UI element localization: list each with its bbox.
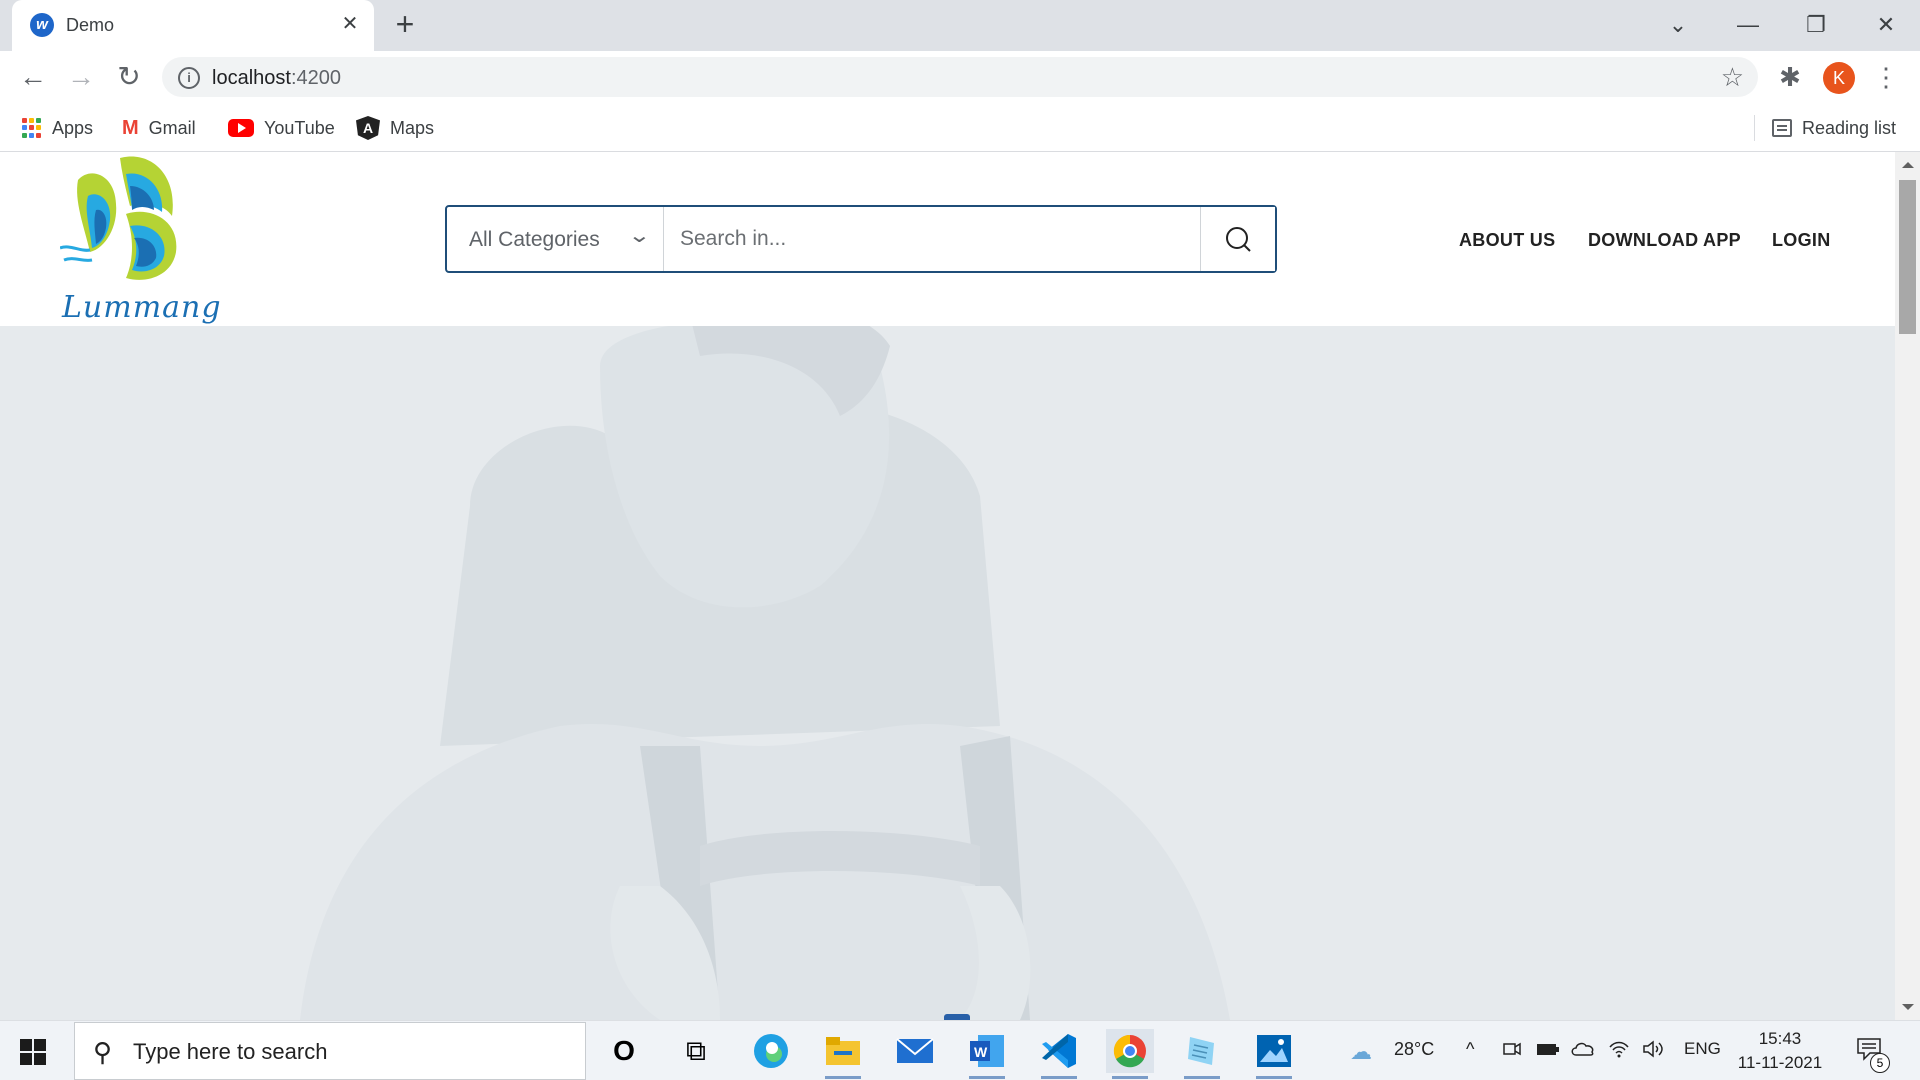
hero-image-backpacker <box>0 326 1895 1020</box>
reading-list-label: Reading list <box>1802 117 1897 138</box>
bookmark-apps[interactable]: Apps <box>22 116 93 140</box>
svg-text:W: W <box>974 1044 988 1060</box>
nav-login[interactable]: LOGIN <box>1772 230 1831 251</box>
onedrive-icon[interactable] <box>1570 1039 1596 1064</box>
search-input[interactable] <box>664 207 1204 271</box>
notification-count-badge: 5 <box>1870 1053 1890 1073</box>
page-scrollbar[interactable] <box>1895 152 1920 1020</box>
bookmark-label: Gmail <box>148 117 196 138</box>
file-explorer-icon[interactable] <box>819 1029 867 1079</box>
tab-demo[interactable]: w Demo ✕ <box>12 0 374 51</box>
battery-icon[interactable] <box>1536 1039 1560 1064</box>
task-view-icon[interactable]: ⧉ <box>672 1029 720 1073</box>
windows-taskbar: ⚲ Type here to search O ⧉ W ☁ 28°C ^ ENG… <box>0 1020 1920 1080</box>
running-indicator <box>1041 1076 1077 1079</box>
window-close-button[interactable]: ✕ <box>1864 8 1908 42</box>
vscode-icon[interactable] <box>1035 1029 1083 1079</box>
url-host: localhost <box>212 67 291 89</box>
chevron-down-icon: ⌄ <box>627 225 652 247</box>
search-button[interactable] <box>1200 207 1275 271</box>
web-page: Lummang All Categories ⌄ ABOUT US DOWNLO… <box>0 152 1895 1020</box>
reading-list-icon <box>1772 119 1792 137</box>
category-select[interactable]: All Categories ⌄ <box>447 207 664 271</box>
gmail-icon: M <box>122 116 139 139</box>
running-indicator <box>1112 1076 1148 1079</box>
logo-wordmark: Lummang <box>62 290 222 325</box>
windows-start-icon[interactable] <box>20 1039 46 1065</box>
extensions-icon[interactable]: ✱ <box>1774 61 1806 93</box>
new-tab-button[interactable]: + <box>388 8 422 42</box>
scroll-up-arrow-icon[interactable] <box>1902 162 1914 168</box>
tray-chevron-icon[interactable]: ^ <box>1466 1039 1474 1060</box>
weather-temperature[interactable]: 28°C <box>1394 1039 1434 1060</box>
nav-download-app[interactable]: DOWNLOAD APP <box>1588 230 1741 251</box>
site-search-bar: All Categories ⌄ <box>445 205 1277 273</box>
category-label: All Categories <box>469 228 600 251</box>
tab-strip: w Demo ✕ + ⌄ — ❐ ✕ <box>0 0 1920 51</box>
meet-now-icon[interactable] <box>1502 1039 1522 1064</box>
clock-time: 15:43 <box>1758 1029 1802 1048</box>
url-text[interactable]: localhost:4200 <box>212 67 341 90</box>
tab-close-icon[interactable]: ✕ <box>336 10 364 38</box>
search-icon <box>1226 227 1251 252</box>
site-info-icon[interactable]: i <box>178 67 200 89</box>
edge-icon[interactable] <box>747 1029 795 1073</box>
angular-icon: A <box>356 116 380 140</box>
bookmark-gmail[interactable]: M Gmail <box>122 116 196 140</box>
volume-icon[interactable] <box>1642 1039 1666 1064</box>
scroll-down-arrow-icon[interactable] <box>1902 1004 1914 1010</box>
bookmark-label: YouTube <box>264 117 335 138</box>
browser-toolbar: ← → ↻ i localhost:4200 ☆ ✱ K ⋮ <box>0 51 1920 103</box>
chrome-icon[interactable] <box>1106 1029 1154 1079</box>
back-button[interactable]: ← <box>16 60 50 94</box>
bookmark-star-icon[interactable]: ☆ <box>1721 62 1744 93</box>
bookmark-label: Maps <box>390 117 435 138</box>
running-indicator <box>825 1076 861 1079</box>
hero-banner <box>0 326 1895 1020</box>
minimize-button[interactable]: — <box>1726 8 1770 42</box>
bookmarks-divider <box>1754 115 1755 141</box>
tab-search-icon[interactable]: ⌄ <box>1656 8 1700 42</box>
search-icon: ⚲ <box>93 1037 113 1067</box>
profile-avatar[interactable]: K <box>1823 62 1855 94</box>
bookmark-youtube[interactable]: YouTube <box>228 116 335 140</box>
taskbar-clock[interactable]: 15:43 11-11-2021 <box>1730 1027 1830 1075</box>
taskbar-search-box[interactable]: ⚲ Type here to search <box>74 1022 586 1080</box>
weather-icon[interactable]: ☁ <box>1350 1039 1372 1065</box>
reload-button[interactable]: ↻ <box>112 60 146 94</box>
input-language[interactable]: ENG <box>1684 1039 1721 1059</box>
word-icon[interactable]: W <box>963 1029 1011 1079</box>
reading-list-button[interactable]: Reading list <box>1772 116 1896 140</box>
address-bar[interactable]: i localhost:4200 ☆ <box>162 57 1758 97</box>
running-indicator <box>1256 1076 1292 1079</box>
butterfly-logo-icon <box>59 156 177 280</box>
cortana-icon[interactable]: O <box>600 1029 648 1073</box>
site-logo[interactable]: Lummang <box>59 156 221 326</box>
running-indicator <box>969 1076 1005 1079</box>
url-port: :4200 <box>290 67 341 89</box>
bookmarks-bar: Apps M Gmail YouTube A Maps Reading list <box>0 103 1920 152</box>
wifi-icon[interactable] <box>1608 1039 1630 1064</box>
nav-about-us[interactable]: ABOUT US <box>1459 230 1555 251</box>
taskbar-search-placeholder: Type here to search <box>133 1039 328 1064</box>
apps-grid-icon <box>22 118 42 138</box>
bookmark-maps[interactable]: A Maps <box>356 116 434 140</box>
scrollbar-thumb[interactable] <box>1899 180 1916 334</box>
clock-date: 11-11-2021 <box>1737 1053 1823 1072</box>
restore-button[interactable]: ❐ <box>1794 8 1838 42</box>
youtube-icon <box>228 119 254 137</box>
browser-menu-icon[interactable]: ⋮ <box>1872 61 1900 93</box>
notepad-icon[interactable] <box>1178 1029 1226 1079</box>
tab-title: Demo <box>66 15 115 35</box>
mail-icon[interactable] <box>891 1029 939 1073</box>
site-favicon-icon: w <box>30 13 54 37</box>
bookmark-label: Apps <box>52 117 94 138</box>
running-indicator <box>1184 1076 1220 1079</box>
site-header: Lummang All Categories ⌄ ABOUT US DOWNLO… <box>0 152 1895 326</box>
forward-button[interactable]: → <box>64 60 98 94</box>
photos-icon[interactable] <box>1250 1029 1298 1079</box>
